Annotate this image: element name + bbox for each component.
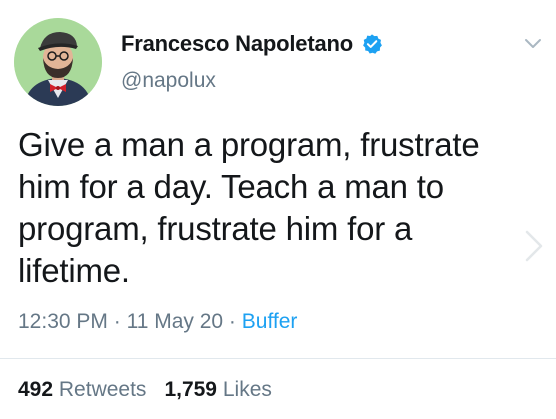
- tweet-stats: 492 Retweets 1,759 Likes: [18, 378, 272, 402]
- author-name-row: Francesco Napoletano: [121, 31, 383, 57]
- verified-badge-icon: [361, 33, 383, 55]
- retweets-count: 492: [18, 378, 54, 401]
- chevron-down-icon[interactable]: [522, 32, 544, 54]
- likes-count: 1,759: [164, 378, 217, 401]
- meta-separator: ·: [113, 310, 121, 333]
- chevron-right-icon[interactable]: [521, 228, 547, 264]
- retweets-stat[interactable]: 492 Retweets: [18, 378, 146, 402]
- tweet-card: Francesco Napoletano @napolux Give a man…: [0, 0, 556, 419]
- tweet-date[interactable]: 11 May 20: [127, 310, 224, 333]
- avatar[interactable]: [14, 18, 102, 106]
- tweet-source-link[interactable]: Buffer: [242, 310, 298, 333]
- avatar-image: [14, 18, 102, 106]
- author-display-name[interactable]: Francesco Napoletano: [121, 31, 353, 57]
- author-handle[interactable]: @napolux: [121, 69, 216, 93]
- tweet-meta: 12:30 PM · 11 May 20 · Buffer: [18, 310, 297, 334]
- divider: [0, 358, 556, 359]
- meta-separator: ·: [228, 310, 236, 333]
- retweets-label: Retweets: [58, 378, 147, 401]
- likes-label: Likes: [222, 378, 272, 401]
- tweet-text: Give a man a program, frustrate him for …: [18, 126, 480, 289]
- tweet-time[interactable]: 12:30 PM: [18, 310, 108, 333]
- likes-stat[interactable]: 1,759 Likes: [164, 378, 271, 402]
